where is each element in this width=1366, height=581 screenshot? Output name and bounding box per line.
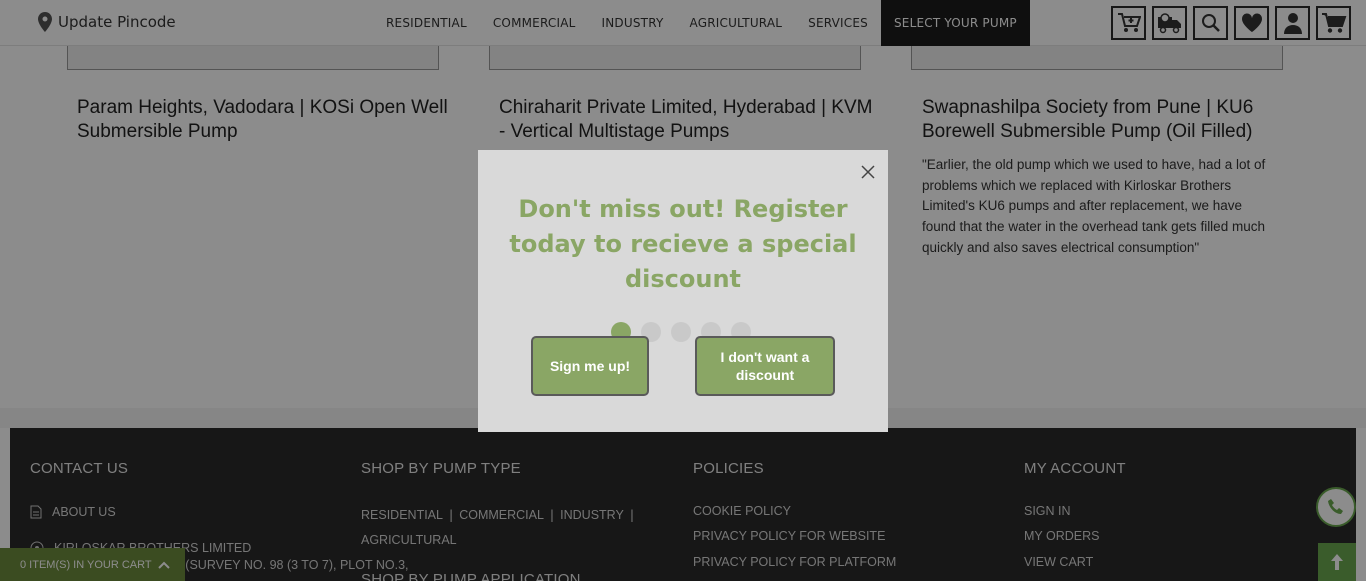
decline-discount-button[interactable]: I don't want a discount bbox=[695, 336, 835, 396]
modal-title: Don't miss out! Register today to reciev… bbox=[509, 195, 857, 293]
progress-dot bbox=[671, 322, 691, 342]
close-icon bbox=[861, 165, 875, 179]
sign-up-button[interactable]: Sign me up! bbox=[531, 336, 649, 396]
discount-modal: Don't miss out! Register today to reciev… bbox=[478, 150, 888, 432]
close-button[interactable] bbox=[858, 162, 878, 182]
